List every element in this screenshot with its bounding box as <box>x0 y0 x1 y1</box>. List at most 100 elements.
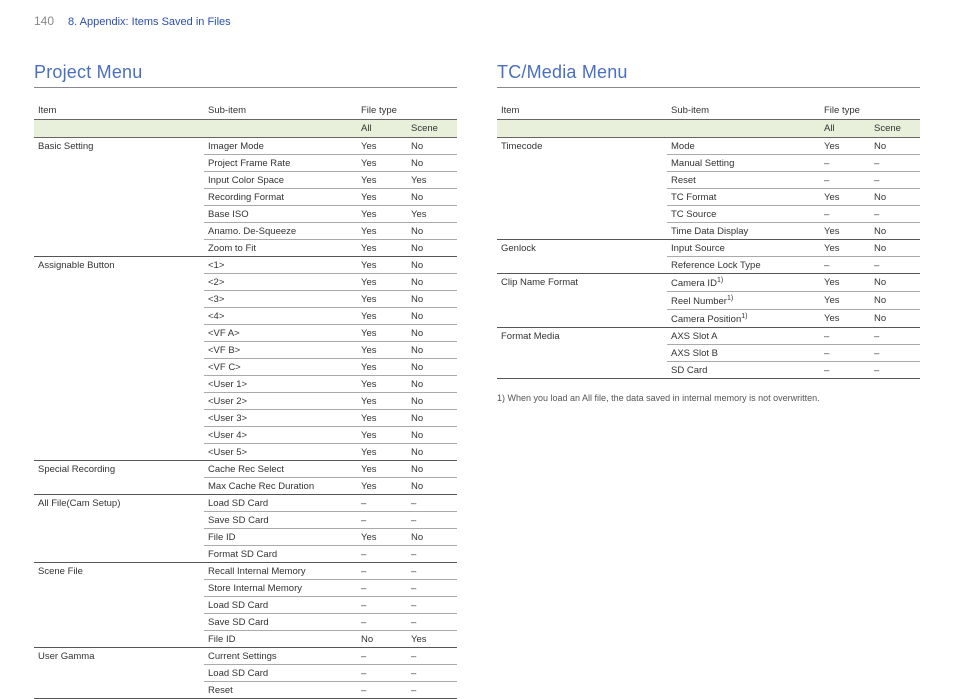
scene-cell: No <box>407 155 457 172</box>
scene-cell: Yes <box>407 206 457 223</box>
all-cell: Yes <box>820 240 870 257</box>
all-cell: Yes <box>820 292 870 310</box>
scene-cell: No <box>407 393 457 410</box>
sub-item-cell: Reel Number1) <box>667 292 820 310</box>
scene-cell: No <box>407 257 457 274</box>
all-cell: Yes <box>357 444 407 461</box>
all-cell: – <box>357 563 407 580</box>
item-cell <box>34 614 204 631</box>
col-empty <box>667 120 820 138</box>
table-row: Load SD Card–– <box>34 665 457 682</box>
all-cell: Yes <box>357 138 407 155</box>
table-row: TC Source–– <box>497 206 920 223</box>
all-cell: Yes <box>357 257 407 274</box>
scene-cell: No <box>870 138 920 155</box>
sub-item-cell: <User 1> <box>204 376 357 393</box>
item-cell: Genlock <box>497 240 667 257</box>
sub-item-cell: Camera ID1) <box>667 274 820 292</box>
section-title-project: Project Menu <box>34 62 457 88</box>
scene-cell: No <box>407 529 457 546</box>
all-cell: Yes <box>357 172 407 189</box>
table-row: User GammaCurrent Settings–– <box>34 648 457 665</box>
table-row: GenlockInput SourceYesNo <box>497 240 920 257</box>
sub-item-cell: <3> <box>204 291 357 308</box>
item-cell <box>497 362 667 379</box>
table-row: Format MediaAXS Slot A–– <box>497 328 920 345</box>
all-cell: – <box>820 345 870 362</box>
all-cell: – <box>820 362 870 379</box>
table-row: <2>YesNo <box>34 274 457 291</box>
scene-cell: – <box>870 362 920 379</box>
all-cell: Yes <box>357 376 407 393</box>
scene-cell: No <box>407 478 457 495</box>
scene-cell: – <box>870 257 920 274</box>
page-number: 140 <box>34 14 54 28</box>
scene-cell: – <box>407 648 457 665</box>
sub-item-cell: <4> <box>204 308 357 325</box>
all-cell: Yes <box>357 478 407 495</box>
item-cell: Basic Setting <box>34 138 204 155</box>
sub-item-cell: <VF B> <box>204 342 357 359</box>
sub-item-cell: Reference Lock Type <box>667 257 820 274</box>
sub-item-cell: Load SD Card <box>204 495 357 512</box>
scene-cell: No <box>407 427 457 444</box>
sub-item-cell: Anamo. De-Squeeze <box>204 223 357 240</box>
sub-item-cell: <User 5> <box>204 444 357 461</box>
table-row: Reference Lock Type–– <box>497 257 920 274</box>
left-column: Project Menu Item Sub-item File type All… <box>34 62 457 699</box>
scene-cell: Yes <box>407 631 457 648</box>
col-all: All <box>357 120 407 138</box>
item-cell <box>497 206 667 223</box>
table-row: AXS Slot B–– <box>497 345 920 362</box>
sub-item-cell: Input Source <box>667 240 820 257</box>
table-row: Reel Number1)YesNo <box>497 292 920 310</box>
item-cell <box>34 223 204 240</box>
scene-cell: No <box>870 310 920 328</box>
col-empty <box>497 120 667 138</box>
scene-cell: No <box>870 240 920 257</box>
all-cell: – <box>357 580 407 597</box>
item-cell <box>497 172 667 189</box>
item-cell <box>34 444 204 461</box>
all-cell: – <box>357 597 407 614</box>
sub-item-cell: Save SD Card <box>204 614 357 631</box>
scene-cell: – <box>407 495 457 512</box>
item-cell <box>34 291 204 308</box>
scene-cell: No <box>870 274 920 292</box>
item-cell <box>34 478 204 495</box>
all-cell: No <box>357 631 407 648</box>
all-cell: – <box>820 155 870 172</box>
all-cell: Yes <box>357 206 407 223</box>
col-empty <box>204 120 357 138</box>
table-row: Load SD Card–– <box>34 597 457 614</box>
item-cell <box>34 308 204 325</box>
table-row: Special RecordingCache Rec SelectYesNo <box>34 461 457 478</box>
item-cell <box>34 376 204 393</box>
table-row: <User 5>YesNo <box>34 444 457 461</box>
item-cell <box>497 292 667 310</box>
col-item: Item <box>497 102 667 120</box>
table-row: Save SD Card–– <box>34 512 457 529</box>
table-row: Format SD Card–– <box>34 546 457 563</box>
scene-cell: – <box>870 206 920 223</box>
all-cell: Yes <box>357 155 407 172</box>
all-cell: Yes <box>357 274 407 291</box>
scene-cell: No <box>407 410 457 427</box>
all-cell: – <box>357 546 407 563</box>
scene-cell: No <box>407 240 457 257</box>
col-scene: Scene <box>870 120 920 138</box>
page-header: 140 8. Appendix: Items Saved in Files <box>34 14 920 28</box>
sub-item-cell: Project Frame Rate <box>204 155 357 172</box>
tcmedia-menu-table: Item Sub-item File type All Scene Timeco… <box>497 102 920 379</box>
scene-cell: No <box>870 189 920 206</box>
item-cell <box>497 257 667 274</box>
table-row: <VF B>YesNo <box>34 342 457 359</box>
table-row: File IDYesNo <box>34 529 457 546</box>
item-cell <box>34 155 204 172</box>
table-row: Recording FormatYesNo <box>34 189 457 206</box>
table-row: Clip Name FormatCamera ID1)YesNo <box>497 274 920 292</box>
all-cell: – <box>357 682 407 699</box>
scene-cell: – <box>870 155 920 172</box>
scene-cell: – <box>407 614 457 631</box>
table-row: <3>YesNo <box>34 291 457 308</box>
